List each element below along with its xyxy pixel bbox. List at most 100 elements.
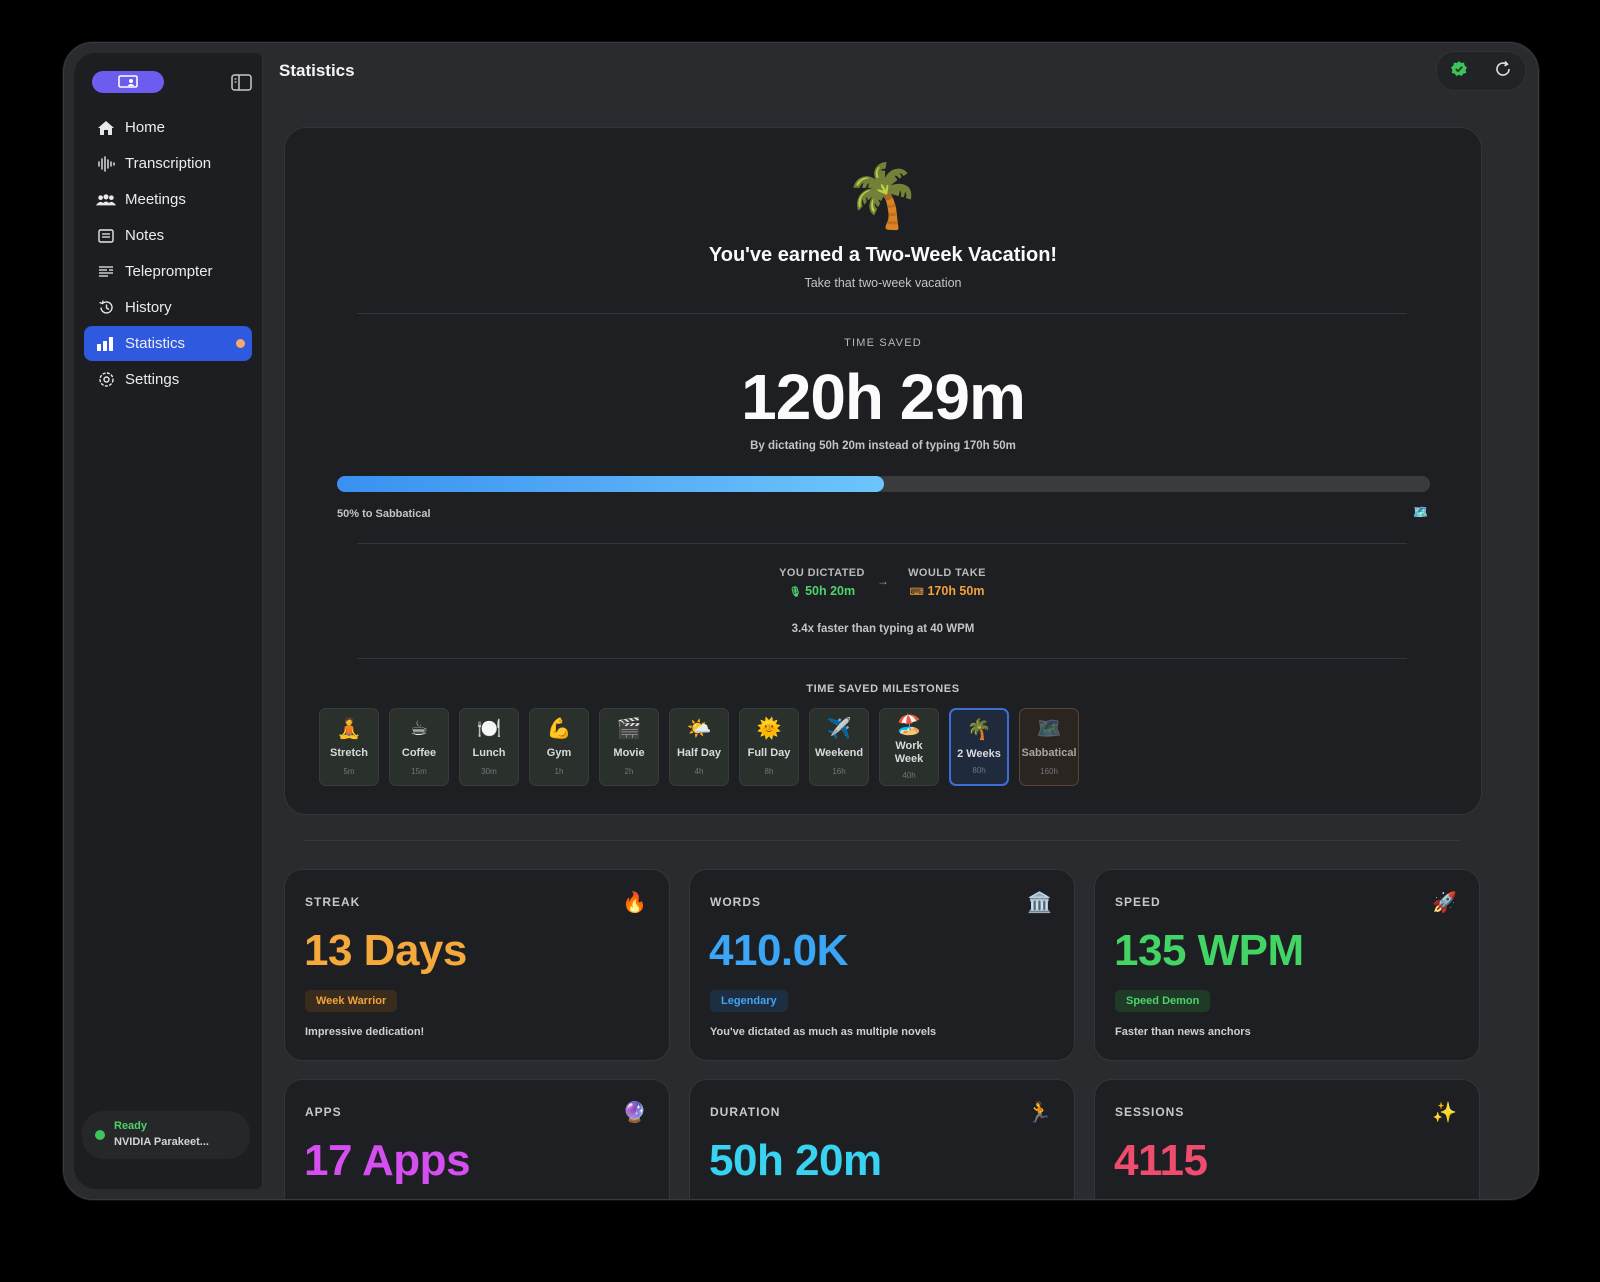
palm-tree-icon: 🌴 [844,162,922,231]
vacation-hero-card: 🌴 You've earned a Two-Week Vacation! Tak… [284,127,1482,815]
card-value: 50h 20m [709,1136,882,1185]
sidebar-toggle-icon [230,73,252,91]
progress-label: 50% to Sabbatical [337,508,431,520]
milestone-label: 2 Weeks [957,748,1001,760]
milestone-work-week[interactable]: 🏖️ Work Week 40h [879,708,939,786]
microphone-icon: 🎙 [788,587,802,598]
rocket-icon: 🚀 [1432,892,1457,914]
coffee-icon: ☕ [410,718,428,740]
sidebar-nav: Home Transcription Meetings Notes Telepr… [84,110,252,398]
history-icon [96,298,116,318]
sidebar-item-home[interactable]: Home [84,110,252,145]
hero-subtitle: Take that two-week vacation [804,276,962,290]
card-value: 4115 [1114,1136,1208,1185]
milestone-hours: 16h [832,767,846,776]
sidebar-item-transcription[interactable]: Transcription [84,146,252,181]
sessions-card: SESSIONS ✨ 4115 [1094,1079,1480,1199]
milestones-label: TIME SAVED MILESTONES [806,683,960,695]
refresh-icon[interactable] [1494,60,1512,83]
milestone-list: 🧘 Stretch 5m ☕ Coffee 15m 🍽️ Lunch 30m 💪 Gym 1h … [319,708,1089,786]
card-badge: Week Warrior [305,990,398,1012]
milestone-hours: 1h [554,767,564,776]
clapperboard-icon: 🎬 [616,718,642,740]
app-logo-button[interactable] [92,71,164,93]
crystal-ball-icon: 🔮 [622,1102,647,1124]
milestone-label: Full Day [747,747,791,759]
dictated-value: 50h 20m [805,584,856,598]
airplane-icon: ✈️ [826,718,852,740]
app-window: Home Transcription Meetings Notes Telepr… [63,42,1539,1200]
milestone-sabbatical[interactable]: 🗺️ Sabbatical 160h [1019,708,1079,786]
milestone-two-weeks[interactable]: 🌴 2 Weeks 80h [949,708,1009,786]
screen-user-icon [118,75,138,88]
card-label: APPS [305,1105,342,1119]
milestone-coffee[interactable]: ☕ Coffee 15m [389,708,449,786]
sidebar-item-label: Meetings [125,191,186,208]
sidebar-item-statistics[interactable]: Statistics [84,326,252,361]
dictated-label: YOU DICTATED [779,567,865,579]
card-label: SPEED [1115,895,1161,909]
milestone-label: Weekend [814,747,864,759]
notes-icon [96,226,116,246]
status-text: Ready [114,1120,148,1132]
section-divider [304,840,1460,841]
milestone-hours: 5m [343,767,355,776]
running-icon: 🏃 [1027,1102,1052,1124]
sidebar-item-meetings[interactable]: Meetings [84,182,252,217]
would-take-value: 170h 50m [927,584,985,598]
milestone-full-day[interactable]: 🌞 Full Day 8h [739,708,799,786]
sidebar-item-history[interactable]: History [84,290,252,325]
flexed-arm-icon: 💪 [546,718,572,740]
meditation-icon: 🧘 [336,718,362,740]
would-take-stat: WOULD TAKE ⌨ 170h 50m [897,567,997,598]
status-dot [95,1130,105,1140]
sidebar-item-notes[interactable]: Notes [84,218,252,253]
sidebar-item-label: Teleprompter [125,263,213,280]
sun-icon: 🌞 [756,718,782,740]
teleprompter-icon [96,262,116,282]
milestone-label: Coffee [401,747,437,759]
sabbatical-progress-bar [337,476,1430,492]
map-icon: 🗺️ [1413,505,1428,519]
keyboard-icon: ⌨ [909,587,924,598]
streak-card: STREAK 🔥 13 Days Week Warrior Impressive… [284,869,670,1061]
page-title: Statistics [279,61,355,80]
card-value: 135 WPM [1114,926,1304,975]
verified-badge-icon[interactable] [1450,60,1468,83]
milestone-hours: 4h [694,767,704,776]
main-content: Statistics 🌴 You've earned a Two-Week Va… [262,43,1538,1199]
milestone-weekend[interactable]: ✈️ Weekend 16h [809,708,869,786]
card-description: You've dictated as much as multiple nove… [710,1026,937,1038]
map-icon: 🗺️ [1036,718,1062,740]
top-actions [1436,51,1526,91]
speed-note: 3.4x faster than typing at 40 WPM [791,623,975,635]
milestone-stretch[interactable]: 🧘 Stretch 5m [319,708,379,786]
waveform-icon [96,154,116,174]
dictated-stat: YOU DICTATED 🎙 50h 20m [767,567,877,598]
sidebar-item-settings[interactable]: Settings [84,362,252,397]
milestone-gym[interactable]: 💪 Gym 1h [529,708,589,786]
milestone-label: Half Day [676,747,722,759]
would-take-label: WOULD TAKE [908,567,986,579]
milestone-label: Work Week [894,740,924,765]
sidebar: Home Transcription Meetings Notes Telepr… [74,53,263,1189]
model-status-pill[interactable]: Ready NVIDIA Parakeet... [82,1111,250,1159]
notification-dot [236,339,245,348]
words-card: WORDS 🏛️ 410.0K Legendary You've dictate… [689,869,1075,1061]
sparkles-icon: ✨ [1432,1102,1457,1124]
sidebar-item-label: Home [125,119,166,136]
milestone-hours: 160h [1040,767,1058,776]
classical-building-icon: 🏛️ [1027,892,1052,914]
card-value: 13 Days [304,926,467,975]
plate-icon: 🍽️ [476,718,502,740]
sidebar-item-label: Settings [125,371,180,388]
milestone-half-day[interactable]: 🌤️ Half Day 4h [669,708,729,786]
milestone-movie[interactable]: 🎬 Movie 2h [599,708,659,786]
apps-card: APPS 🔮 17 Apps [284,1079,670,1199]
sidebar-toggle-button[interactable] [230,71,252,93]
time-saved-value: 120h 29m [741,361,1026,433]
card-badge: Speed Demon [1115,990,1211,1012]
sidebar-item-teleprompter[interactable]: Teleprompter [84,254,252,289]
card-label: SESSIONS [1115,1105,1185,1119]
milestone-lunch[interactable]: 🍽️ Lunch 30m [459,708,519,786]
